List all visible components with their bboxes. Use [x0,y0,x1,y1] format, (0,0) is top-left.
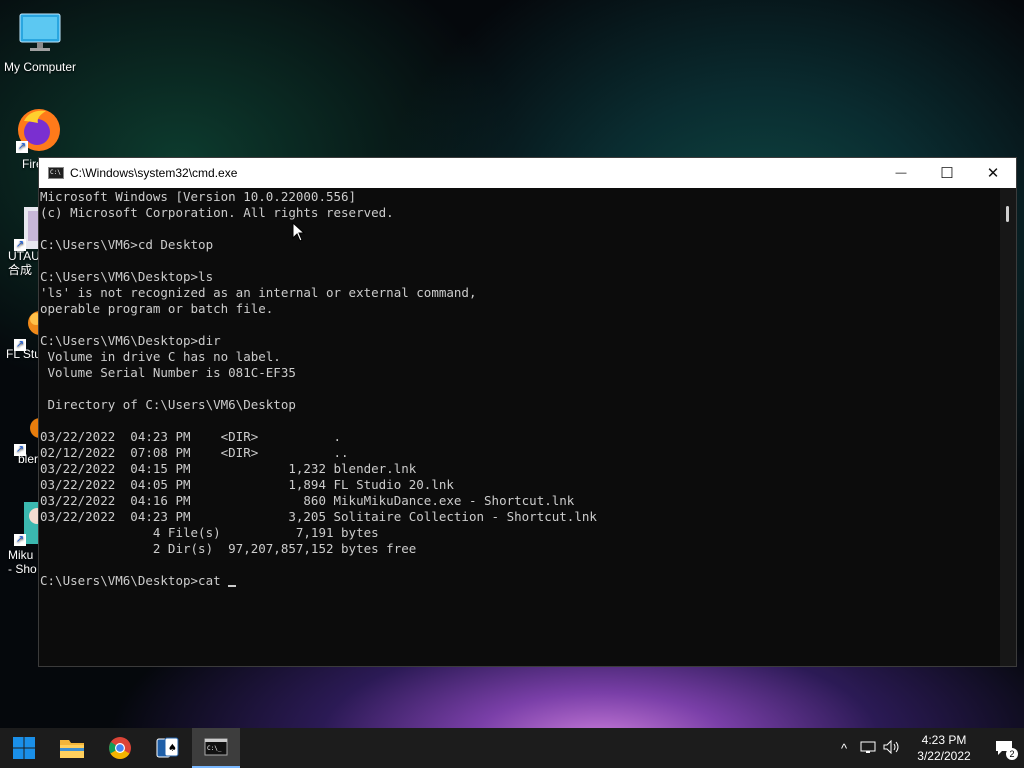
taskbar: ♠ C:\_ ^ 4:23 PM 3/22/2022 2 [0,728,1024,768]
file-explorer-button[interactable] [48,728,96,768]
clock-date: 3/22/2022 [917,749,971,763]
console-line: 'ls' is not recognized as an internal or… [40,285,477,300]
firefox-icon: ↗ [16,107,62,153]
console-line: 4 File(s) 7,191 bytes [40,525,379,540]
minimize-icon: — [895,167,907,179]
console-line: C:\Users\VM6>cd Desktop [40,237,214,252]
chrome-button[interactable] [96,728,144,768]
chevron-up-icon: ^ [840,740,848,756]
shortcut-arrow-icon: ↗ [16,141,28,153]
notification-count-badge: 2 [1006,748,1018,760]
maximize-icon: ☐ [940,165,954,182]
console-prompt-line: C:\Users\VM6\Desktop>cat [40,573,1000,589]
shortcut-arrow-icon: ↗ [14,239,26,251]
show-hidden-icons-button[interactable]: ^ [832,741,856,756]
console-line: Volume Serial Number is 081C-EF35 [40,365,296,380]
clock-time: 4:23 PM [921,733,967,747]
console-line: Directory of C:\Users\VM6\Desktop [40,397,296,412]
text-cursor [228,585,237,587]
console-line: 03/22/2022 04:23 PM <DIR> . [40,429,342,444]
cards-icon: ♠ [156,737,179,758]
vertical-scrollbar[interactable] [1000,188,1016,666]
console-line: operable program or batch file. [40,301,274,316]
terminal-icon: C:\_ [204,738,228,756]
console-output[interactable]: Microsoft Windows [Version 10.0.22000.55… [39,188,1000,666]
network-icon[interactable] [856,740,880,757]
desktop-icon-my-computer[interactable]: My Computer [0,10,80,74]
system-tray: ^ 4:23 PM 3/22/2022 2 [832,728,1024,768]
shortcut-arrow-icon: ↗ [14,534,26,546]
cmd-window[interactable]: C:\ C:\Windows\system32\cmd.exe — ☐ ✕ Mi… [38,157,1017,667]
shortcut-arrow-icon: ↗ [14,339,26,351]
window-titlebar[interactable]: C:\ C:\Windows\system32\cmd.exe — ☐ ✕ [39,158,1016,188]
maximize-button[interactable]: ☐ [924,158,970,188]
console-line: C:\Users\VM6\Desktop>dir [40,333,221,348]
close-button[interactable]: ✕ [970,158,1016,188]
window-title: C:\Windows\system32\cmd.exe [70,166,238,180]
volume-icon[interactable] [880,739,904,757]
console-line: 02/12/2022 07:08 PM <DIR> .. [40,445,349,460]
console-line: 03/22/2022 04:23 PM 3,205 Solitaire Coll… [40,509,597,524]
svg-text:♠: ♠ [168,743,177,754]
console-line: 03/22/2022 04:05 PM 1,894 FL Studio 20.l… [40,477,454,492]
scrollbar-thumb[interactable] [1006,206,1009,222]
desktop-icon-label: My Computer [3,60,77,74]
chrome-icon [109,737,131,759]
command-prompt-button[interactable]: C:\_ [192,728,240,768]
console-line: (c) Microsoft Corporation. All rights re… [40,205,394,220]
shortcut-arrow-icon: ↗ [14,444,26,456]
console-prompt: C:\Users\VM6\Desktop>cat [40,573,229,588]
console-line: 03/22/2022 04:15 PM 1,232 blender.lnk [40,461,417,476]
svg-text:C:\_: C:\_ [207,745,222,752]
console-line: Volume in drive C has no label. [40,349,281,364]
notification-center-button[interactable]: 2 [984,728,1024,768]
console-line: C:\Users\VM6\Desktop>ls [40,269,214,284]
console-line: 2 Dir(s) 97,207,857,152 bytes free [40,541,417,556]
monitor-icon [17,10,63,56]
solitaire-button[interactable]: ♠ [144,728,192,768]
console-line: Microsoft Windows [Version 10.0.22000.55… [40,189,357,204]
console-line: 03/22/2022 04:16 PM 860 MikuMikuDance.ex… [40,493,575,508]
clock[interactable]: 4:23 PM 3/22/2022 [904,732,984,764]
close-icon: ✕ [986,165,1000,182]
cmd-app-icon: C:\ [48,167,64,179]
folder-icon [60,740,84,758]
windows-logo-icon [13,737,35,759]
minimize-button[interactable]: — [878,158,924,188]
start-button[interactable] [0,728,48,768]
